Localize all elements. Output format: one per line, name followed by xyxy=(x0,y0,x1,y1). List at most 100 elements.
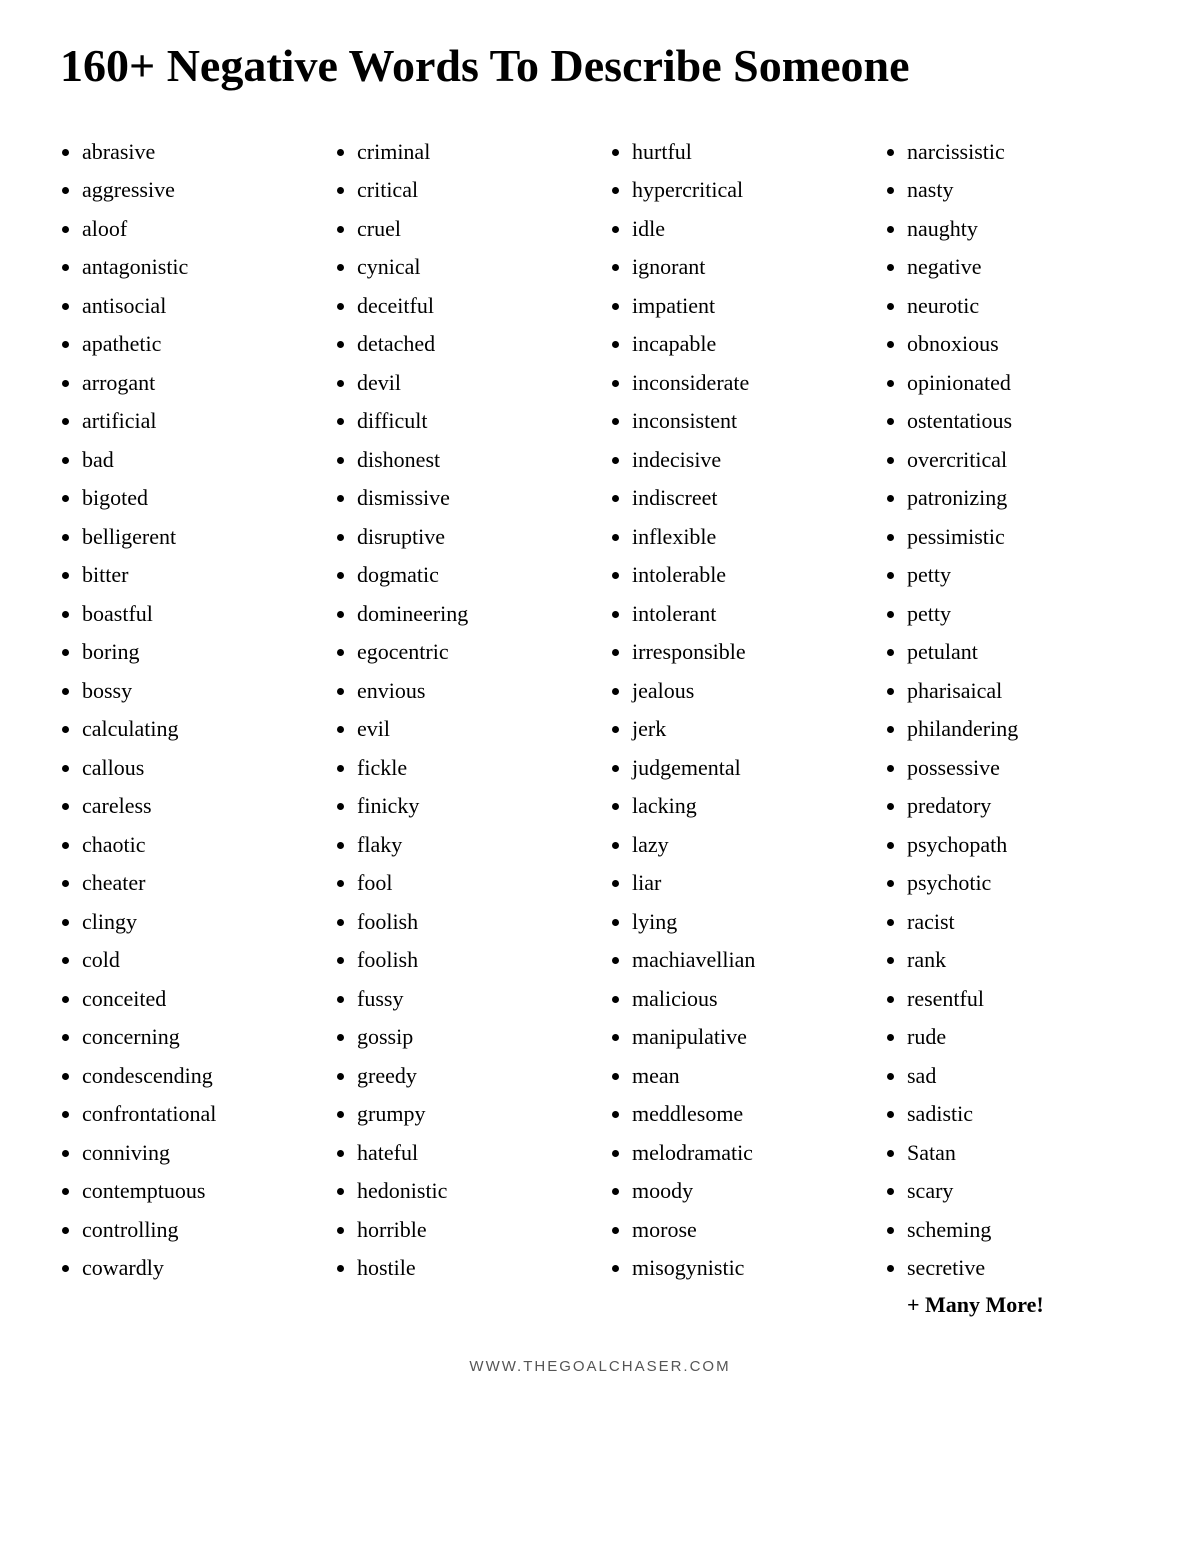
list-item: careless xyxy=(82,787,315,826)
list-item: inconsiderate xyxy=(632,364,865,403)
list-item: belligerent xyxy=(82,518,315,557)
list-item: egocentric xyxy=(357,633,590,672)
list-item: aggressive xyxy=(82,171,315,210)
list-item: grumpy xyxy=(357,1095,590,1134)
list-item: dismissive xyxy=(357,479,590,518)
list-item: bossy xyxy=(82,672,315,711)
list-item: deceitful xyxy=(357,287,590,326)
word-list-2: criminalcriticalcruelcynicaldeceitfuldet… xyxy=(335,133,590,1288)
list-item: jerk xyxy=(632,710,865,749)
list-item: ignorant xyxy=(632,248,865,287)
list-item: psychopath xyxy=(907,826,1140,865)
list-item: rank xyxy=(907,941,1140,980)
list-item: pessimistic xyxy=(907,518,1140,557)
list-item: conceited xyxy=(82,980,315,1019)
list-item: fickle xyxy=(357,749,590,788)
list-item: cruel xyxy=(357,210,590,249)
list-item: melodramatic xyxy=(632,1134,865,1173)
list-item: misogynistic xyxy=(632,1249,865,1288)
list-item: naughty xyxy=(907,210,1140,249)
list-item: idle xyxy=(632,210,865,249)
list-item: antagonistic xyxy=(82,248,315,287)
list-item: arrogant xyxy=(82,364,315,403)
list-item: pharisaical xyxy=(907,672,1140,711)
list-item: finicky xyxy=(357,787,590,826)
list-item: Satan xyxy=(907,1134,1140,1173)
list-item: clingy xyxy=(82,903,315,942)
footer: WWW.THEGOALCHASER.COM xyxy=(60,1358,1140,1375)
list-item: antisocial xyxy=(82,287,315,326)
list-item: calculating xyxy=(82,710,315,749)
list-item: dishonest xyxy=(357,441,590,480)
list-item: obnoxious xyxy=(907,325,1140,364)
list-item: sadistic xyxy=(907,1095,1140,1134)
list-item: domineering xyxy=(357,595,590,634)
list-item: manipulative xyxy=(632,1018,865,1057)
list-item: chaotic xyxy=(82,826,315,865)
list-item: bigoted xyxy=(82,479,315,518)
list-item: meddlesome xyxy=(632,1095,865,1134)
list-item: narcissistic xyxy=(907,133,1140,172)
list-item: morose xyxy=(632,1211,865,1250)
list-item: intolerant xyxy=(632,595,865,634)
list-item: confrontational xyxy=(82,1095,315,1134)
list-item: cheater xyxy=(82,864,315,903)
list-item: possessive xyxy=(907,749,1140,788)
list-item: inconsistent xyxy=(632,402,865,441)
list-item: lacking xyxy=(632,787,865,826)
plus-more-label: + Many More! xyxy=(885,1292,1140,1318)
column-3: hurtfulhypercriticalidleignorantimpatien… xyxy=(610,133,865,1318)
list-item: lying xyxy=(632,903,865,942)
list-item: difficult xyxy=(357,402,590,441)
list-item: liar xyxy=(632,864,865,903)
list-item: bitter xyxy=(82,556,315,595)
list-item: disruptive xyxy=(357,518,590,557)
list-item: indecisive xyxy=(632,441,865,480)
list-item: cowardly xyxy=(82,1249,315,1288)
list-item: nasty xyxy=(907,171,1140,210)
list-item: detached xyxy=(357,325,590,364)
list-item: hypercritical xyxy=(632,171,865,210)
list-item: indiscreet xyxy=(632,479,865,518)
list-item: opinionated xyxy=(907,364,1140,403)
list-item: petty xyxy=(907,595,1140,634)
list-item: petty xyxy=(907,556,1140,595)
list-item: fussy xyxy=(357,980,590,1019)
list-item: sad xyxy=(907,1057,1140,1096)
list-item: foolish xyxy=(357,903,590,942)
list-item: philandering xyxy=(907,710,1140,749)
list-item: greedy xyxy=(357,1057,590,1096)
list-item: patronizing xyxy=(907,479,1140,518)
list-item: callous xyxy=(82,749,315,788)
list-item: moody xyxy=(632,1172,865,1211)
list-item: devil xyxy=(357,364,590,403)
list-item: foolish xyxy=(357,941,590,980)
list-item: machiavellian xyxy=(632,941,865,980)
columns-container: abrasiveaggressivealoofantagonisticantis… xyxy=(60,133,1140,1318)
list-item: racist xyxy=(907,903,1140,942)
list-item: petulant xyxy=(907,633,1140,672)
list-item: psychotic xyxy=(907,864,1140,903)
list-item: secretive xyxy=(907,1249,1140,1288)
list-item: condescending xyxy=(82,1057,315,1096)
list-item: bad xyxy=(82,441,315,480)
list-item: flaky xyxy=(357,826,590,865)
list-item: concerning xyxy=(82,1018,315,1057)
list-item: hateful xyxy=(357,1134,590,1173)
list-item: aloof xyxy=(82,210,315,249)
list-item: predatory xyxy=(907,787,1140,826)
list-item: negative xyxy=(907,248,1140,287)
column-4: narcissisticnastynaughtynegativeneurotic… xyxy=(885,133,1140,1318)
list-item: impatient xyxy=(632,287,865,326)
list-item: mean xyxy=(632,1057,865,1096)
list-item: scary xyxy=(907,1172,1140,1211)
list-item: overcritical xyxy=(907,441,1140,480)
list-item: incapable xyxy=(632,325,865,364)
list-item: conniving xyxy=(82,1134,315,1173)
list-item: scheming xyxy=(907,1211,1140,1250)
list-item: hurtful xyxy=(632,133,865,172)
list-item: abrasive xyxy=(82,133,315,172)
list-item: lazy xyxy=(632,826,865,865)
column-1: abrasiveaggressivealoofantagonisticantis… xyxy=(60,133,315,1318)
list-item: irresponsible xyxy=(632,633,865,672)
